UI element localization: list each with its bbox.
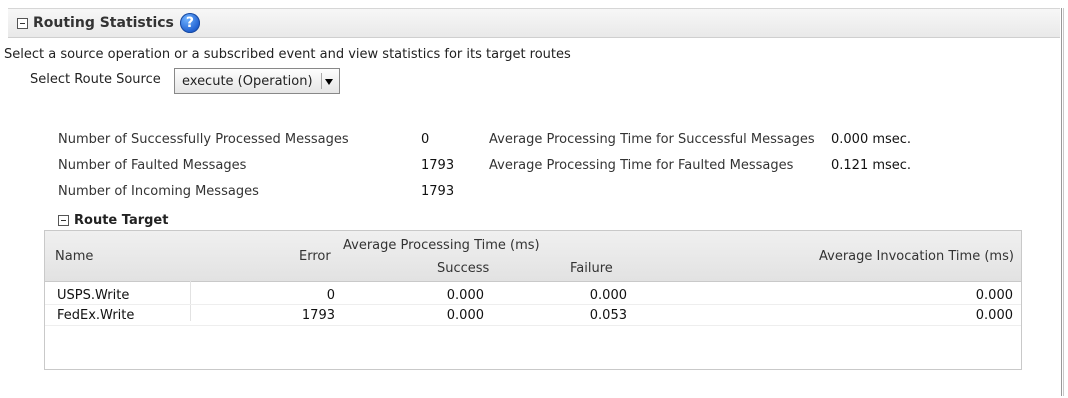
- route-source-select[interactable]: execute (Operation): [174, 68, 340, 94]
- cell-error: 1793: [301, 308, 335, 323]
- table-row[interactable]: USPS.Write 0 0.000 0.000 0.000: [45, 285, 1021, 305]
- avg-fault-time-label: Average Processing Time for Faulted Mess…: [489, 158, 794, 173]
- collapse-minus-icon[interactable]: [17, 17, 28, 29]
- incoming-messages-value: 1793: [421, 184, 455, 199]
- route-target-title: Route Target: [74, 213, 169, 228]
- cell-failure: 0.053: [589, 308, 627, 323]
- route-source-value: execute (Operation): [182, 74, 313, 89]
- col-avg-invocation-header[interactable]: Average Invocation Time (ms): [819, 249, 1014, 264]
- routing-statistics-header: Routing Statistics ?: [8, 8, 1060, 38]
- cell-success: 0.000: [446, 288, 484, 303]
- route-target-header: Route Target: [58, 213, 168, 228]
- col-error-header[interactable]: Error: [299, 249, 331, 264]
- row-divider: [45, 325, 1021, 326]
- col-success-header[interactable]: Success: [437, 261, 489, 276]
- panel-title: Routing Statistics: [33, 15, 174, 31]
- col-avg-processing-header: Average Processing Time (ms): [343, 238, 540, 253]
- cell-error: 0: [326, 288, 335, 303]
- cell-failure: 0.000: [589, 288, 627, 303]
- successful-messages-value: 0: [421, 132, 430, 147]
- faulted-messages-value: 1793: [421, 158, 455, 173]
- cell-invocation: 0.000: [975, 288, 1013, 303]
- route-source-label: Select Route Source: [30, 72, 161, 87]
- cell-name: FedEx.Write: [57, 308, 135, 323]
- table-header: Name Error Average Processing Time (ms) …: [45, 231, 1021, 282]
- avg-success-time-value: 0.000 msec.: [831, 132, 912, 147]
- panel-right-border-shadow: [1063, 8, 1064, 396]
- dropdown-arrow-icon[interactable]: [321, 73, 336, 89]
- help-icon[interactable]: ?: [179, 13, 200, 33]
- cell-invocation: 0.000: [975, 308, 1013, 323]
- avg-success-time-label: Average Processing Time for Successful M…: [489, 132, 815, 147]
- collapse-minus-icon[interactable]: [58, 215, 69, 226]
- table-row[interactable]: FedEx.Write 1793 0.000 0.053 0.000: [45, 305, 1021, 325]
- faulted-messages-label: Number of Faulted Messages: [58, 158, 247, 173]
- cell-name: USPS.Write: [57, 288, 130, 303]
- route-target-table: Name Error Average Processing Time (ms) …: [44, 230, 1022, 370]
- incoming-messages-label: Number of Incoming Messages: [58, 184, 259, 199]
- col-failure-header[interactable]: Failure: [570, 261, 613, 276]
- panel-right-border: [1061, 8, 1062, 396]
- avg-fault-time-value: 0.121 msec.: [831, 158, 912, 173]
- col-name-header[interactable]: Name: [55, 249, 93, 264]
- panel-description: Select a source operation or a subscribe…: [4, 47, 571, 62]
- successful-messages-label: Number of Successfully Processed Message…: [58, 132, 349, 147]
- cell-success: 0.000: [446, 308, 484, 323]
